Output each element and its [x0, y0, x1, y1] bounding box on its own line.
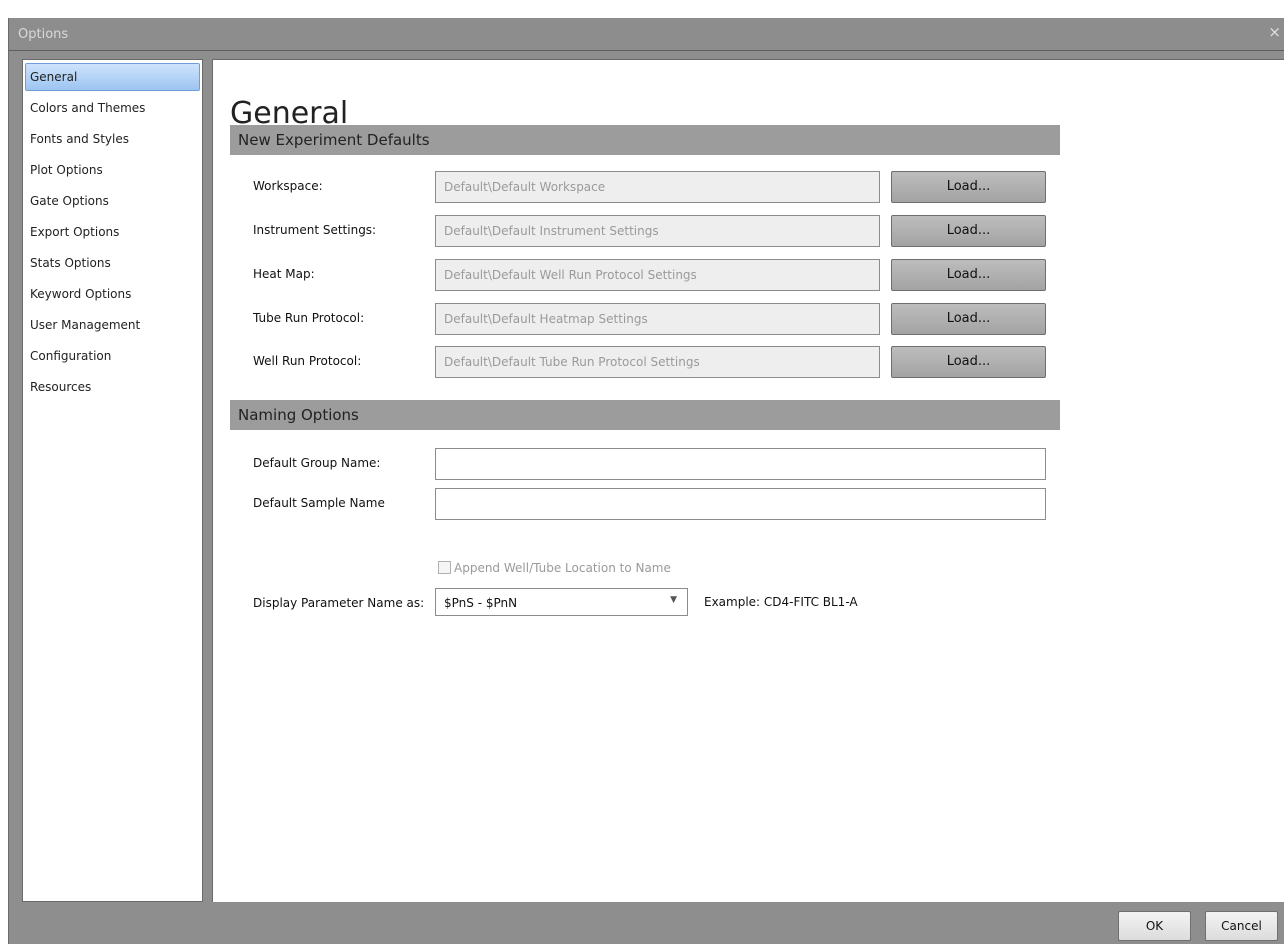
well-run-protocol-row: Well Run Protocol: Load... [213, 346, 1213, 378]
ok-button[interactable]: OK [1118, 911, 1191, 941]
workspace-field[interactable] [435, 171, 880, 203]
instrument-settings-field[interactable] [435, 215, 880, 247]
sidebar-item-resources[interactable]: Resources [25, 373, 200, 401]
append-location-option: Append Well/Tube Location to Name [438, 561, 671, 575]
display-parameter-label: Display Parameter Name as: [253, 596, 425, 610]
sidebar-item-colors-and-themes[interactable]: Colors and Themes [25, 94, 200, 122]
load-tube-run-protocol-button[interactable]: Load... [891, 303, 1046, 335]
well-run-protocol-field[interactable] [435, 346, 880, 378]
display-parameter-row: Display Parameter Name as: $PnS - $PnN ▼… [213, 588, 1213, 620]
chevron-down-icon[interactable]: ▼ [670, 595, 677, 605]
default-sample-name-row: Default Sample Name [213, 488, 1213, 520]
dialog-button-bar: OK Cancel [9, 902, 1284, 944]
tube-run-protocol-field[interactable] [435, 303, 880, 335]
title-bar: Options × [9, 18, 1284, 51]
well-run-protocol-label: Well Run Protocol: [253, 354, 362, 368]
sidebar-item-fonts-and-styles[interactable]: Fonts and Styles [25, 125, 200, 153]
sidebar-item-plot-options[interactable]: Plot Options [25, 156, 200, 184]
heat-map-label: Heat Map: [253, 267, 315, 281]
section-header-new-experiment-defaults: New Experiment Defaults [230, 125, 1060, 155]
heat-map-row: Heat Map: Load... [213, 259, 1213, 291]
cancel-button[interactable]: Cancel [1205, 911, 1278, 941]
load-well-run-protocol-button[interactable]: Load... [891, 346, 1046, 378]
instrument-settings-label: Instrument Settings: [253, 223, 377, 237]
load-instrument-settings-button[interactable]: Load... [891, 215, 1046, 247]
sidebar-item-general[interactable]: General [25, 63, 200, 91]
general-panel: General New Experiment Defaults Workspac… [212, 59, 1284, 902]
append-location-label: Append Well/Tube Location to Name [454, 561, 671, 575]
workspace-label: Workspace: [253, 179, 323, 193]
load-workspace-button[interactable]: Load... [891, 171, 1046, 203]
default-group-name-field[interactable] [435, 448, 1046, 480]
default-group-name-row: Default Group Name: [213, 448, 1213, 480]
heat-map-field[interactable] [435, 259, 880, 291]
display-parameter-value: $PnS - $PnN [444, 596, 518, 610]
window-title: Options [18, 27, 69, 42]
sidebar-item-export-options[interactable]: Export Options [25, 218, 200, 246]
sidebar-item-user-management[interactable]: User Management [25, 311, 200, 339]
display-parameter-select[interactable]: $PnS - $PnN ▼ [435, 588, 688, 616]
default-sample-name-field[interactable] [435, 488, 1046, 520]
default-sample-name-label: Default Sample Name [253, 496, 385, 510]
sidebar-item-keyword-options[interactable]: Keyword Options [25, 280, 200, 308]
workspace-row: Workspace: Load... [213, 171, 1213, 203]
tube-run-protocol-label: Tube Run Protocol: [253, 311, 365, 325]
default-group-name-label: Default Group Name: [253, 456, 381, 470]
close-icon[interactable]: × [1268, 23, 1281, 41]
append-location-checkbox[interactable] [438, 561, 451, 574]
sidebar-item-stats-options[interactable]: Stats Options [25, 249, 200, 277]
instrument-settings-row: Instrument Settings: Load... [213, 215, 1213, 247]
example-text: Example: CD4-FITC BL1-A [704, 595, 858, 609]
load-heat-map-button[interactable]: Load... [891, 259, 1046, 291]
section-header-naming-options: Naming Options [230, 400, 1060, 430]
sidebar-nav-list: General Colors and Themes Fonts and Styl… [23, 60, 202, 401]
sidebar-item-gate-options[interactable]: Gate Options [25, 187, 200, 215]
sidebar-item-configuration[interactable]: Configuration [25, 342, 200, 370]
tube-run-protocol-row: Tube Run Protocol: Load... [213, 303, 1213, 335]
options-window: Options × General Colors and Themes Font… [8, 18, 1284, 944]
options-sidebar: General Colors and Themes Fonts and Styl… [22, 59, 203, 902]
